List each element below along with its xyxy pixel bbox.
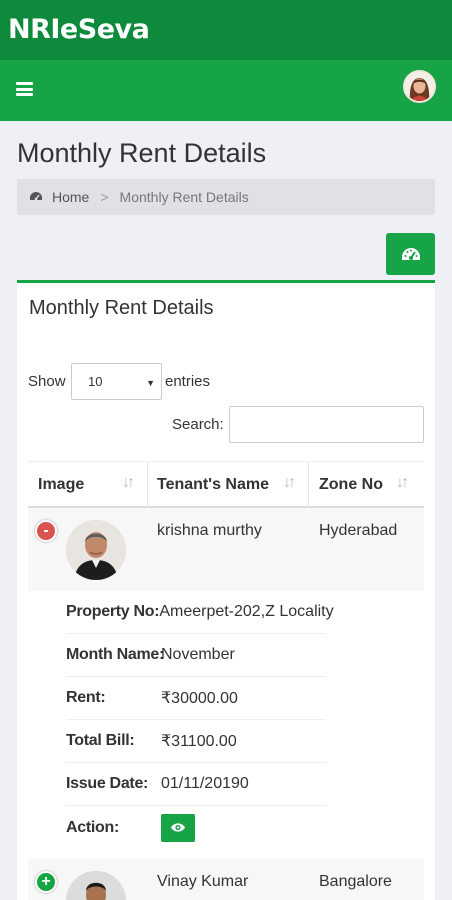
entries-select-value: 10 [88, 374, 103, 389]
search-label: Search: [172, 416, 224, 433]
expand-row-icon[interactable]: + [35, 871, 57, 893]
breadcrumb-current: Monthly Rent Details [119, 189, 249, 205]
table-header: Image ↓↑ Tenant's Name ↓↑ Zone No ↓↑ [28, 461, 424, 508]
entries-select[interactable]: 10 ▼ [71, 363, 162, 400]
sort-icon[interactable]: ↓↑ [283, 474, 296, 492]
rent-details-card: Monthly Rent Details Show 10 ▼ entries S… [17, 280, 435, 900]
dashboard-icon [401, 247, 420, 260]
eye-icon [171, 823, 185, 832]
detail-label: Property No: [66, 603, 160, 620]
table-row[interactable]: - krishna murthy Hyderabad [28, 508, 424, 591]
dashboard-icon [30, 192, 42, 201]
detail-issue-date: Issue Date: 01/11/20190 [66, 763, 326, 806]
header-zone-no[interactable]: Zone No [319, 462, 383, 507]
detail-total-bill: Total Bill: ₹31100.00 [66, 720, 326, 763]
detail-rent: Rent: ₹30000.00 [66, 677, 326, 720]
detail-action: Action: [66, 806, 326, 849]
user-avatar[interactable] [403, 70, 436, 103]
breadcrumb-home-link[interactable]: Home [52, 189, 89, 205]
detail-value: November [161, 646, 235, 663]
detail-value: Ameerpet-202,Z Locality [159, 603, 334, 620]
sort-icon[interactable]: ↓↑ [396, 474, 409, 492]
hamburger-menu-icon[interactable] [16, 82, 33, 96]
breadcrumb: Home > Monthly Rent Details [17, 179, 435, 215]
tenant-zone: Bangalore [319, 873, 392, 890]
header-image[interactable]: Image [38, 462, 84, 507]
entries-label: entries [165, 373, 211, 390]
detail-label: Action: [66, 818, 120, 836]
app-title: NRIeSeva [8, 14, 150, 45]
card-title: Monthly Rent Details [29, 297, 214, 319]
tenant-zone: Hyderabad [319, 522, 398, 539]
search-input[interactable] [229, 406, 424, 443]
view-button[interactable] [161, 813, 195, 842]
table-row[interactable]: + Vinay Kumar Bangalore [28, 859, 424, 900]
detail-label: Month Name: [66, 646, 165, 663]
sort-icon[interactable]: ↓↑ [122, 474, 135, 492]
detail-month: Month Name: November [66, 634, 326, 677]
detail-value: 01/11/20190 [161, 775, 249, 792]
detail-label: Issue Date: [66, 775, 149, 792]
detail-value: ₹31100.00 [161, 733, 237, 750]
detail-label: Rent: [66, 689, 106, 706]
detail-label: Total Bill: [66, 732, 135, 749]
collapse-row-icon[interactable]: - [35, 520, 57, 542]
app-bar: NRIeSeva [0, 0, 452, 60]
breadcrumb-separator: > [100, 189, 109, 205]
row-details: Property No: Ameerpet-202,Z Locality Mon… [28, 591, 424, 859]
dashboard-button[interactable] [386, 233, 435, 275]
nav-bar [0, 60, 452, 121]
page-title: Monthly Rent Details [17, 138, 267, 168]
tenant-name: krishna murthy [157, 522, 262, 539]
tenant-photo [66, 871, 126, 900]
header-tenant-name[interactable]: Tenant's Name [157, 462, 269, 507]
detail-property: Property No: Ameerpet-202,Z Locality [66, 591, 334, 634]
tenant-photo [66, 520, 126, 580]
tenant-name: Vinay Kumar [157, 873, 249, 890]
caret-down-icon: ▼ [146, 378, 155, 388]
rent-table: Image ↓↑ Tenant's Name ↓↑ Zone No ↓↑ - k… [28, 461, 424, 900]
detail-value: ₹30000.00 [161, 690, 238, 707]
show-label: Show [28, 373, 66, 390]
